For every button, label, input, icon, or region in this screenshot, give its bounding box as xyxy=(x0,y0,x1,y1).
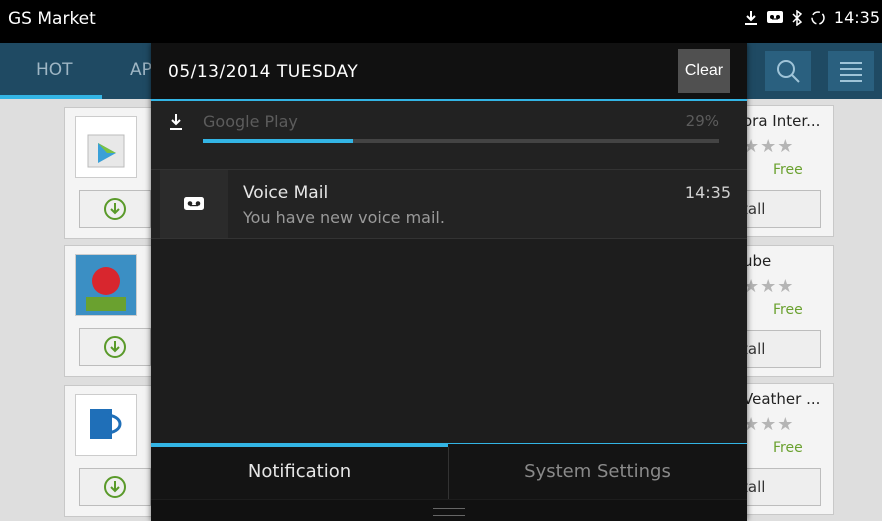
download-circle-icon xyxy=(104,336,126,358)
tab-apps[interactable]: AP xyxy=(130,60,152,80)
voicemail-icon-box xyxy=(160,170,228,238)
menu-icon xyxy=(840,62,862,82)
download-icon xyxy=(744,10,757,25)
status-time: 14:35 xyxy=(833,8,880,27)
drag-handle-icon xyxy=(433,508,465,516)
download-notification[interactable]: Google Play 29% xyxy=(151,101,747,170)
tab-notification[interactable]: Notification xyxy=(151,443,448,499)
status-bar: GS Market 14:35 xyxy=(0,0,882,43)
app-card-right[interactable]: ora Inter... ★★★ Free tall xyxy=(740,105,834,237)
clear-button[interactable]: Clear xyxy=(678,49,730,93)
download-progress-fill xyxy=(203,139,353,143)
install-button[interactable]: tall xyxy=(741,330,821,368)
date-label: 05/13/2014 TUESDAY xyxy=(168,62,359,82)
voicemail-icon xyxy=(184,197,204,210)
voicemail-notification[interactable]: Voice Mail 14:35 You have new voice mail… xyxy=(151,170,747,239)
shade-tabs: Notification System Settings xyxy=(151,443,747,499)
app-card-right[interactable]: Veather ... ★★★ Free tall xyxy=(740,383,834,515)
install-button[interactable]: tall xyxy=(741,190,821,228)
angry-birds-app-icon xyxy=(75,254,137,316)
search-button[interactable] xyxy=(765,51,811,91)
menu-button[interactable] xyxy=(828,51,874,91)
search-icon xyxy=(777,60,800,83)
download-app-name: Google Play xyxy=(203,112,298,131)
download-button[interactable] xyxy=(79,328,151,366)
rating-stars: ★★★ xyxy=(743,136,795,157)
tab-hot[interactable]: HOT xyxy=(36,60,73,80)
shade-drag-handle[interactable] xyxy=(151,500,747,521)
download-percent: 29% xyxy=(685,112,719,130)
price-label: Free xyxy=(773,302,803,318)
app-title: Veather ... xyxy=(743,390,821,408)
shade-header: 05/13/2014 TUESDAY Clear xyxy=(151,43,747,101)
app-title: ora Inter... xyxy=(743,112,821,130)
app-title: ube xyxy=(743,252,772,270)
download-icon xyxy=(170,114,182,130)
app-card-right[interactable]: ube ★★★ Free tall xyxy=(740,245,834,377)
bluetooth-icon xyxy=(792,9,802,26)
download-button[interactable] xyxy=(79,468,151,506)
download-progress-bar xyxy=(203,139,719,143)
status-icons: 14:35 xyxy=(744,8,880,27)
install-button[interactable]: tall xyxy=(741,468,821,506)
notification-shade: 05/13/2014 TUESDAY Clear Google Play 29%… xyxy=(151,43,747,521)
lync-app-icon xyxy=(75,394,137,456)
voicemail-text: You have new voice mail. xyxy=(243,208,445,227)
tab-system-settings[interactable]: System Settings xyxy=(449,443,746,499)
rating-stars: ★★★ xyxy=(743,414,795,435)
download-circle-icon xyxy=(104,476,126,498)
price-label: Free xyxy=(773,440,803,456)
rating-stars: ★★★ xyxy=(743,276,795,297)
download-circle-icon xyxy=(104,198,126,220)
voicemail-icon xyxy=(766,10,783,23)
app-title: GS Market xyxy=(8,9,96,29)
voicemail-time: 14:35 xyxy=(684,183,731,202)
google-play-app-icon xyxy=(75,116,137,178)
voicemail-title: Voice Mail xyxy=(243,183,329,203)
price-label: Free xyxy=(773,162,803,178)
sync-icon xyxy=(811,10,825,25)
download-button[interactable] xyxy=(79,190,151,228)
